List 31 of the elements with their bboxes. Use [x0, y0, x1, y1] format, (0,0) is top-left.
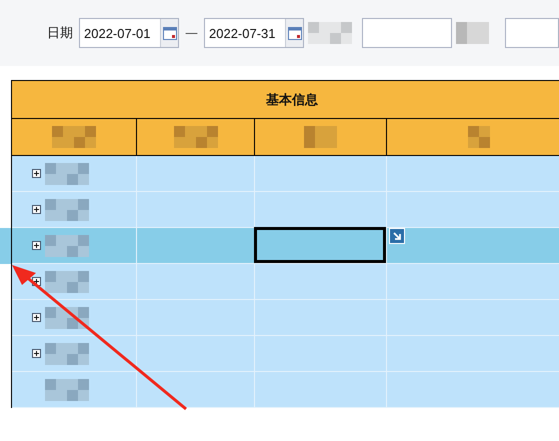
date-separator: — — [185, 26, 198, 40]
pixelated-text — [456, 22, 489, 44]
edit-button[interactable] — [389, 228, 405, 244]
date-label: 日期 — [47, 24, 73, 42]
pixelated-text — [45, 378, 89, 400]
calendar-icon — [162, 26, 176, 40]
input-field[interactable] — [362, 18, 452, 48]
pixelated-text — [45, 234, 89, 256]
pixelated-text — [174, 126, 218, 148]
pixelated-text — [308, 22, 352, 44]
pixelated-text — [45, 342, 89, 364]
pixelated-text — [468, 126, 490, 148]
expand-icon[interactable] — [32, 313, 41, 322]
calendar-button[interactable] — [285, 19, 303, 47]
start-date-field[interactable]: 2022-07-01 — [79, 18, 179, 48]
expand-icon[interactable] — [32, 349, 41, 358]
pixelated-text — [304, 126, 337, 148]
pixelated-text — [45, 270, 89, 292]
pixelated-text — [45, 306, 89, 328]
pixelated-text — [52, 126, 96, 148]
arrow-icon — [392, 231, 402, 241]
input-field[interactable] — [504, 18, 559, 48]
group-header: 基本信息 — [12, 81, 559, 119]
expand-icon[interactable] — [32, 169, 41, 178]
pixelated-text — [45, 198, 89, 220]
end-date-field[interactable]: 2022-07-31 — [204, 18, 304, 48]
pixelated-text — [45, 162, 89, 184]
calendar-button[interactable] — [160, 19, 178, 47]
expand-icon[interactable] — [32, 241, 41, 250]
calendar-icon — [288, 26, 302, 40]
expand-icon[interactable] — [32, 205, 41, 214]
